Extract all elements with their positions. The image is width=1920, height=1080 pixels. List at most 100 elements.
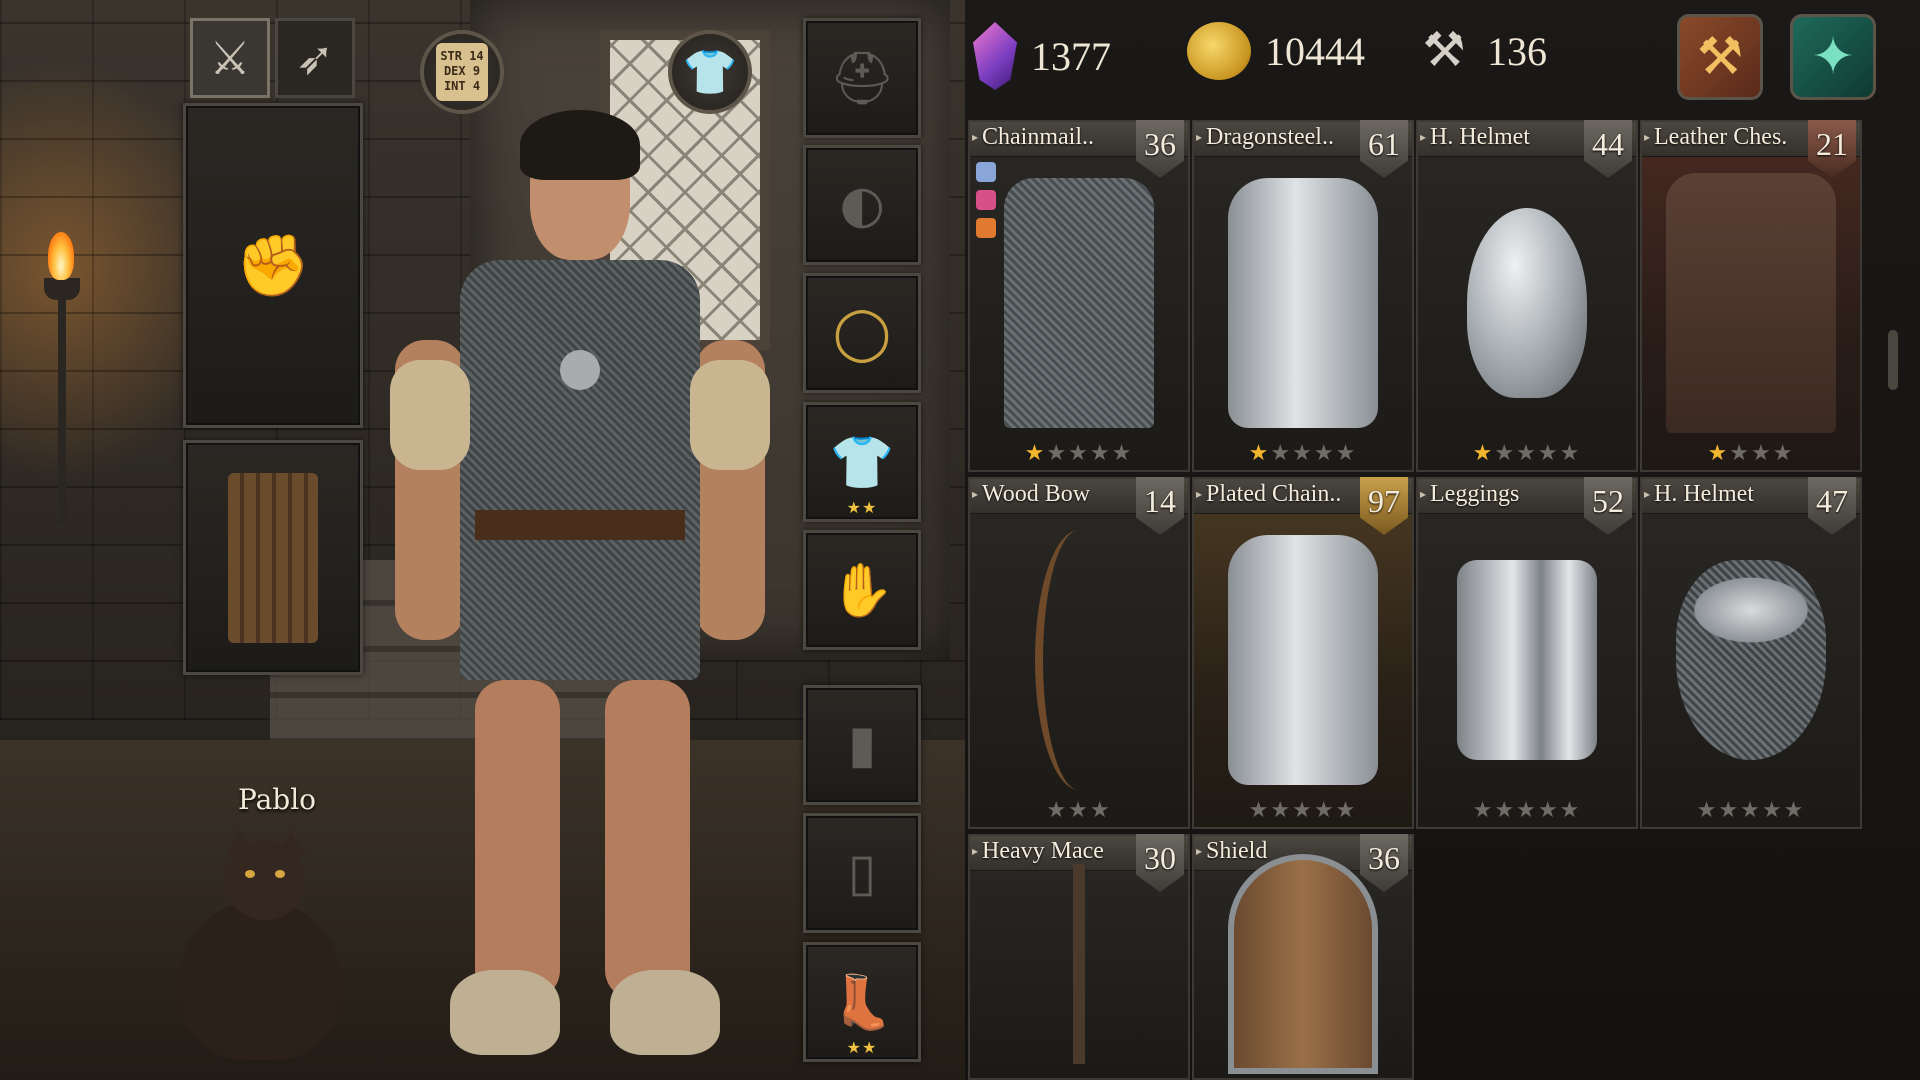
star-empty-icon: ★ — [1270, 441, 1293, 466]
equip-slot-chest[interactable]: 👕 ★★ — [803, 402, 921, 522]
cat-eye — [245, 870, 255, 878]
inventory-item-card[interactable]: ▸ Chainmail.. 36 ★★★★★ — [968, 120, 1190, 472]
item-name: Dragonsteel.. — [1206, 124, 1334, 150]
inventory-item-card[interactable]: ▸ Leather Ches. 21 ★★★★ — [1640, 120, 1862, 472]
legs-slot-icon: ▯ — [847, 843, 877, 903]
star-empty-icon: ★ — [1313, 798, 1336, 823]
cat-eye — [275, 870, 285, 878]
materials-amount: 136 — [1487, 28, 1547, 74]
equip-slot-head[interactable]: ⛑ — [803, 18, 921, 138]
materials-counter: ⚒ 136 — [1415, 22, 1547, 80]
equip-slot-legs[interactable]: ▯ — [803, 813, 921, 933]
stats-scroll-icon: STR 14 DEX 9 INT 4 — [436, 43, 488, 101]
item-level-badge: 61 — [1360, 120, 1408, 178]
greaves-item-icon — [1457, 560, 1597, 760]
torch-flame-icon — [48, 232, 74, 280]
off-hand-slot[interactable] — [183, 440, 363, 675]
star-empty-icon: ★ — [1559, 441, 1582, 466]
expand-arrow-icon: ▸ — [972, 487, 979, 501]
leather-item-icon — [1666, 173, 1836, 433]
star-empty-icon: ★ — [1248, 798, 1271, 823]
star-empty-icon: ★ — [1292, 441, 1314, 466]
equip-slot-boots[interactable]: 👢 ★★ — [803, 942, 921, 1062]
inventory-item-card[interactable]: ▸ Wood Bow 14 ★★★ — [968, 477, 1190, 829]
torch-holder — [58, 295, 66, 525]
item-star-rating: ★★★ — [970, 798, 1188, 823]
gem-icon — [973, 22, 1017, 90]
item-name: Leather Ches. — [1654, 124, 1788, 150]
item-level-badge: 36 — [1360, 834, 1408, 892]
star-empty-icon: ★ — [1516, 441, 1538, 466]
star-empty-icon: ★ — [1494, 798, 1517, 823]
sword-icon: ⚔ — [209, 31, 251, 85]
item-level-badge: 52 — [1584, 477, 1632, 535]
expand-arrow-icon: ▸ — [1644, 487, 1651, 501]
gold-counter: 10444 — [1187, 22, 1365, 80]
star-empty-icon: ★ — [1335, 441, 1358, 466]
item-star-rating: ★★★★★ — [1194, 441, 1412, 466]
enchant-button[interactable]: ✦ — [1790, 14, 1876, 100]
equip-slot-shoulders[interactable]: ◐ — [803, 145, 921, 265]
item-star-rating: ★★★★ — [1642, 441, 1860, 466]
arms-slot-icon: ▮ — [847, 715, 877, 775]
star-filled-icon: ★ — [1248, 441, 1271, 466]
star-empty-icon: ★ — [1292, 798, 1314, 823]
inventory-item-card[interactable]: ▸ Dragonsteel.. 61 ★★★★★ — [1192, 120, 1414, 472]
item-name: H. Helmet — [1654, 481, 1754, 507]
mace-item-icon — [1073, 864, 1085, 1064]
inventory-item-card[interactable]: ▸ Plated Chain.. 97 ★★★★★ — [1192, 477, 1414, 829]
expand-arrow-icon: ▸ — [972, 130, 979, 144]
tab-melee-weapons[interactable]: ⚔ — [190, 18, 270, 98]
star-filled-icon: ★ — [1707, 441, 1730, 466]
gold-coin-icon — [1187, 22, 1251, 80]
item-level-badge: 30 — [1136, 834, 1184, 892]
star-empty-icon: ★ — [1494, 441, 1517, 466]
pet-cat[interactable] — [170, 820, 350, 1060]
equip-slot-arms[interactable]: ▮ — [803, 685, 921, 805]
gems-amount: 1377 — [1031, 33, 1111, 79]
boots-slot-icon: 👢 — [829, 972, 895, 1033]
chainmail-item-icon — [1004, 178, 1154, 428]
kettle-item-icon — [1676, 560, 1826, 760]
star-empty-icon: ★ — [1751, 441, 1773, 466]
star-empty-icon: ★ — [1046, 441, 1069, 466]
leather-belt — [475, 510, 685, 540]
item-star-rating: ★★★★★ — [970, 441, 1188, 466]
gloves-slot-icon: ✋ — [829, 560, 895, 621]
item-level-badge: 14 — [1136, 477, 1184, 535]
gold-amount: 10444 — [1265, 28, 1365, 74]
star-empty-icon: ★ — [1761, 798, 1784, 823]
item-level-badge: 97 — [1360, 477, 1408, 535]
equip-slot-gloves[interactable]: ✋ — [803, 530, 921, 650]
item-level-badge: 21 — [1808, 120, 1856, 178]
star-empty-icon: ★ — [1718, 798, 1741, 823]
shield-art-item-icon — [1228, 854, 1378, 1074]
inventory-item-card[interactable]: ▸ Shield 36 — [1192, 834, 1414, 1080]
equip-slot-neck[interactable]: ◯ — [803, 273, 921, 393]
stats-button[interactable]: STR 14 DEX 9 INT 4 — [420, 30, 504, 114]
change-outfit-button[interactable]: 👕 — [668, 30, 752, 114]
tunic-icon: 👕 — [682, 47, 738, 98]
shoulders-slot-icon: ◐ — [839, 175, 885, 235]
gems-counter: 1377 — [968, 22, 1111, 90]
inventory-item-card[interactable]: ▸ H. Helmet 44 ★★★★★ — [1416, 120, 1638, 472]
inventory-item-card[interactable]: ▸ H. Helmet 47 ★★★★★ — [1640, 477, 1862, 829]
expand-arrow-icon: ▸ — [972, 844, 979, 858]
main-hand-slot[interactable]: ✊ — [183, 103, 363, 428]
inventory-item-card[interactable]: ▸ Leggings 52 ★★★★★ — [1416, 477, 1638, 829]
star-empty-icon: ★ — [1783, 798, 1806, 823]
torch-cup — [44, 278, 80, 300]
expand-arrow-icon: ▸ — [1196, 487, 1203, 501]
item-level-badge: 36 — [1136, 120, 1184, 178]
tab-ranged-weapons[interactable]: ➶ — [275, 18, 355, 98]
crafting-button[interactable]: ⚒ — [1677, 14, 1763, 100]
inventory-scrollbar[interactable] — [1888, 330, 1898, 390]
hammer-wrench-icon: ⚒ — [1422, 24, 1466, 77]
star-filled-icon: ★ — [1472, 441, 1495, 466]
inventory-item-card[interactable]: ▸ Heavy Mace 30 — [968, 834, 1190, 1080]
player-character[interactable] — [390, 110, 770, 1070]
item-name: H. Helmet — [1430, 124, 1530, 150]
item-level-badge: 47 — [1808, 477, 1856, 535]
item-name: Chainmail.. — [982, 124, 1094, 150]
star-empty-icon: ★ — [1068, 798, 1090, 823]
